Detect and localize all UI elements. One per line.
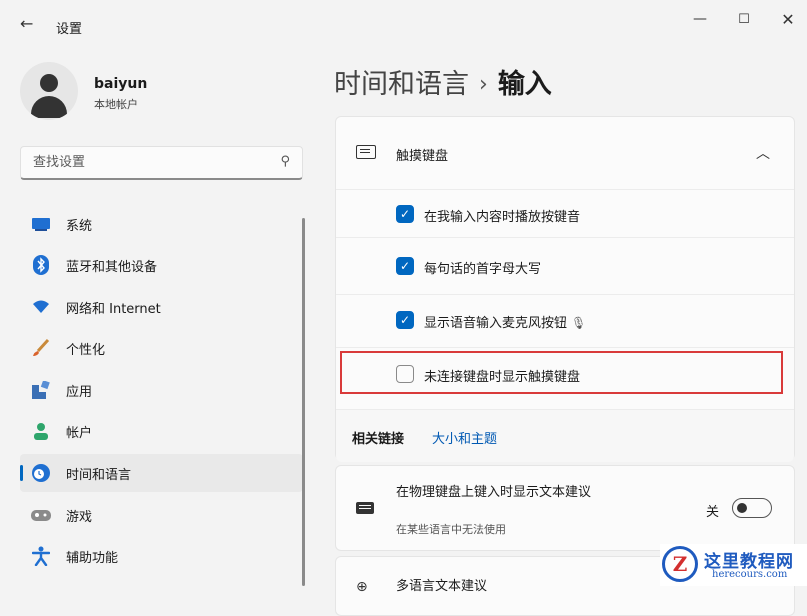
option-row[interactable]: ✓ 显示语音输入麦克风按钮 🎙 xyxy=(336,301,794,341)
touch-keyboard-header[interactable]: 触摸键盘 ︿ xyxy=(336,117,794,189)
physical-keyboard-title: 在物理键盘上键入时显示文本建议 xyxy=(396,485,592,500)
sidebar-item-network[interactable]: 网络和 Internet xyxy=(20,288,303,326)
related-links: 相关链接 大小和主题 xyxy=(336,409,794,462)
related-links-title: 相关链接 xyxy=(352,432,405,447)
minimize-button[interactable]: — xyxy=(680,6,720,32)
account-icon xyxy=(30,420,52,442)
search-box[interactable]: ⚲ xyxy=(20,146,303,180)
multilingual-title: 多语言文本建议 xyxy=(396,579,488,594)
chevron-right-icon: › xyxy=(479,72,488,97)
keyboard-icon xyxy=(356,145,376,159)
highlight-box xyxy=(340,351,783,394)
sidebar-item-bluetooth[interactable]: 蓝牙和其他设备 xyxy=(20,246,303,284)
text-suggestions-toggle[interactable] xyxy=(732,498,772,518)
breadcrumb-parent[interactable]: 时间和语言 xyxy=(334,69,469,100)
sidebar-item-label: 系统 xyxy=(66,218,93,234)
checkbox-key-sound[interactable]: ✓ xyxy=(396,205,414,223)
option-label-text: 显示语音输入麦克风按钮 xyxy=(424,316,568,331)
bluetooth-icon xyxy=(30,254,52,276)
divider xyxy=(336,294,794,295)
option-label: 显示语音输入麦克风按钮 🎙 xyxy=(424,312,586,331)
sidebar-item-label: 应用 xyxy=(66,384,93,400)
touch-keyboard-card: 触摸键盘 ︿ ✓ 在我输入内容时播放按键音 ✓ 每句话的首字母大写 ✓ 显示语音… xyxy=(335,116,795,462)
size-theme-link[interactable]: 大小和主题 xyxy=(432,428,497,447)
sidebar-item-personalization[interactable]: 个性化 xyxy=(20,329,303,367)
sidebar-scrollbar[interactable] xyxy=(302,218,305,586)
gamepad-icon xyxy=(30,504,52,526)
sidebar-item-accessibility[interactable]: 辅助功能 xyxy=(20,537,303,575)
option-label: 在我输入内容时播放按键音 xyxy=(424,210,581,225)
toggle-state-label: 关 xyxy=(706,505,720,520)
brush-icon xyxy=(30,337,52,359)
divider xyxy=(336,237,794,238)
search-input[interactable] xyxy=(31,154,255,171)
accessibility-icon xyxy=(30,545,52,567)
close-button[interactable]: ✕ xyxy=(768,6,807,32)
app-title: 设置 xyxy=(56,22,83,37)
breadcrumb: 时间和语言 › 输入 xyxy=(334,62,552,101)
sidebar-item-label: 网络和 Internet xyxy=(66,301,161,317)
sidebar-item-accounts[interactable]: 帐户 xyxy=(20,412,303,450)
time-language-icon xyxy=(30,462,52,484)
sidebar-item-apps[interactable]: 应用 xyxy=(20,371,303,409)
avatar[interactable] xyxy=(20,62,78,120)
sidebar-item-time-language[interactable]: 时间和语言 xyxy=(20,454,303,492)
maximize-button[interactable]: ☐ xyxy=(724,6,764,32)
sidebar-item-label: 游戏 xyxy=(66,509,93,525)
option-label: 每句话的首字母大写 xyxy=(424,262,542,277)
sidebar-item-gaming[interactable]: 游戏 xyxy=(20,496,303,534)
wifi-icon xyxy=(30,296,52,318)
user-name: baiyun xyxy=(94,76,148,92)
watermark-logo-icon: Z xyxy=(662,546,698,582)
divider xyxy=(336,189,794,190)
keyboard-filled-icon xyxy=(356,502,374,514)
back-arrow-icon[interactable]: ← xyxy=(20,14,33,33)
microphone-icon: 🎙 xyxy=(571,316,587,330)
touch-keyboard-title: 触摸键盘 xyxy=(396,149,449,164)
chevron-up-icon[interactable]: ︿ xyxy=(756,143,770,163)
globe-icon: ⊕ xyxy=(356,579,368,595)
apps-icon xyxy=(30,379,52,401)
sidebar-item-label: 辅助功能 xyxy=(66,550,119,566)
selection-indicator xyxy=(20,465,23,481)
sidebar-item-system[interactable]: 系统 xyxy=(20,205,303,243)
checkbox-capitalize[interactable]: ✓ xyxy=(396,257,414,275)
option-row[interactable]: ✓ 每句话的首字母大写 xyxy=(336,247,794,287)
checkbox-voice-typing[interactable]: ✓ xyxy=(396,311,414,329)
watermark: Z 这里教程网 herecours.com xyxy=(660,544,807,586)
search-icon[interactable]: ⚲ xyxy=(280,154,290,169)
watermark-url: herecours.com xyxy=(712,569,788,580)
sidebar-item-label: 帐户 xyxy=(66,425,93,441)
system-display-icon xyxy=(30,213,52,235)
divider xyxy=(336,347,794,348)
sidebar-item-label: 个性化 xyxy=(66,342,106,358)
physical-keyboard-card: 在物理键盘上键入时显示文本建议 在某些语言中无法使用 关 xyxy=(335,465,795,551)
sidebar-item-label: 时间和语言 xyxy=(66,467,132,483)
physical-keyboard-subtitle: 在某些语言中无法使用 xyxy=(396,523,506,536)
option-row[interactable]: ✓ 在我输入内容时播放按键音 xyxy=(336,195,794,235)
sidebar-item-label: 蓝牙和其他设备 xyxy=(66,259,158,275)
page-title: 输入 xyxy=(497,69,552,100)
account-type: 本地帐户 xyxy=(94,98,138,111)
